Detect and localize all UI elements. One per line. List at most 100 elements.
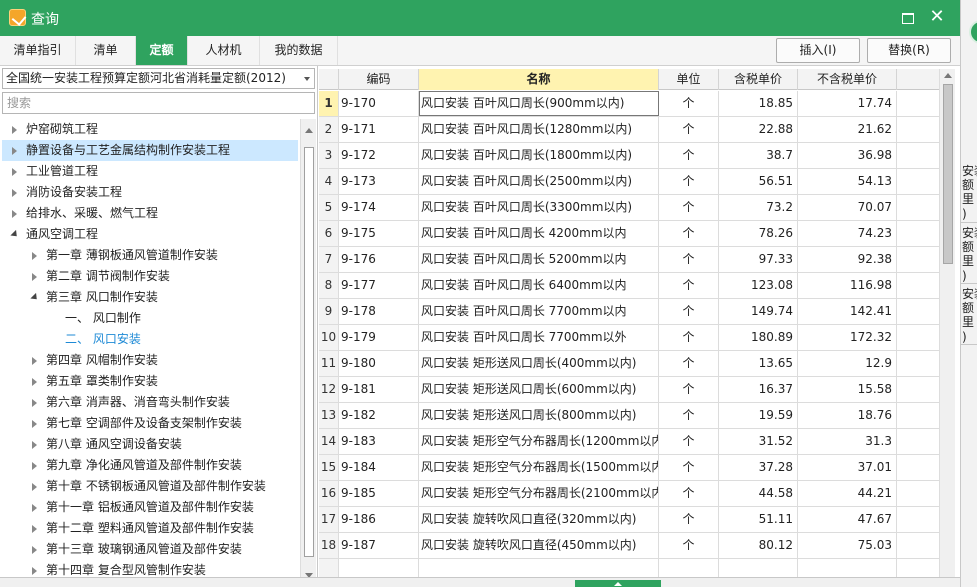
tax-inclusive-price-cell[interactable]: 13.65	[719, 351, 798, 376]
scroll-up-icon[interactable]	[944, 73, 952, 78]
code-cell[interactable]: 9-181	[339, 377, 419, 402]
code-cell[interactable]: 9-186	[339, 507, 419, 532]
unit-cell[interactable]: 个	[659, 429, 719, 454]
code-header[interactable]: 编码	[339, 69, 419, 90]
tree-node[interactable]: 第十一章 铝板通风管道及部件制作安装	[2, 497, 298, 518]
tree-node[interactable]: 第十二章 塑料通风管道及部件制作安装	[2, 518, 298, 539]
table-row[interactable]: 2 9-171 风口安装 百叶风口周长(1280mm以内) 个 22.88 21.62	[319, 117, 939, 143]
name-cell[interactable]: 风口安装 百叶风口周长 4200mm以内	[419, 221, 659, 246]
tax-inclusive-price-cell[interactable]	[719, 559, 798, 577]
tree-node[interactable]: 第五章 罩类制作安装	[2, 371, 298, 392]
code-cell[interactable]: 9-172	[339, 143, 419, 168]
code-cell[interactable]: 9-177	[339, 273, 419, 298]
collapsed-arrow-icon[interactable]	[10, 161, 20, 182]
collapsed-arrow-icon[interactable]	[30, 476, 40, 497]
code-cell[interactable]: 9-179	[339, 325, 419, 350]
code-cell[interactable]: 9-176	[339, 247, 419, 272]
tax-exclusive-price-cell[interactable]	[798, 559, 897, 577]
tree-scrollbar[interactable]	[300, 119, 316, 587]
tax-inclusive-price-cell[interactable]: 149.74	[719, 299, 798, 324]
tax-exclusive-price-cell[interactable]: 70.07	[798, 195, 897, 220]
table-row[interactable]: 13 9-182 风口安装 矩形送风口周长(800mm以内) 个 19.59 18.76	[319, 403, 939, 429]
tree-node[interactable]: 一、 风口制作	[2, 308, 298, 329]
tree-scroll-thumb[interactable]	[304, 147, 314, 557]
code-cell[interactable]: 9-187	[339, 533, 419, 558]
unit-cell[interactable]: 个	[659, 273, 719, 298]
tax-inclusive-price-header[interactable]: 含税单价	[719, 69, 798, 90]
collapsed-arrow-icon[interactable]	[30, 371, 40, 392]
tree-node[interactable]: 第十三章 玻璃钢通风管道及部件安装	[2, 539, 298, 560]
tree-node[interactable]: 消防设备安装工程	[2, 182, 298, 203]
table-row[interactable]: 18 9-187 风口安装 旋转吹风口直径(450mm以内) 个 80.12 75.03	[319, 533, 939, 559]
name-cell[interactable]: 风口安装 旋转吹风口直径(450mm以内)	[419, 533, 659, 558]
collapsed-arrow-icon[interactable]	[10, 182, 20, 203]
tab-bill[interactable]: 清单	[76, 36, 136, 65]
unit-cell[interactable]: 个	[659, 533, 719, 558]
unit-cell[interactable]: 个	[659, 169, 719, 194]
collapsed-arrow-icon[interactable]	[10, 203, 20, 224]
tax-inclusive-price-cell[interactable]: 97.33	[719, 247, 798, 272]
table-row[interactable]: 4 9-173 风口安装 百叶风口周长(2500mm以内) 个 56.51 54.13	[319, 169, 939, 195]
insert-button[interactable]: 插入(I)	[776, 38, 860, 63]
tax-exclusive-price-cell[interactable]: 75.03	[798, 533, 897, 558]
tax-inclusive-price-cell[interactable]: 80.12	[719, 533, 798, 558]
collapsed-arrow-icon[interactable]	[30, 518, 40, 539]
search-input[interactable]: 搜索	[2, 92, 315, 114]
tax-exclusive-price-cell[interactable]: 44.21	[798, 481, 897, 506]
tree-node[interactable]: 工业管道工程	[2, 161, 298, 182]
unit-cell[interactable]: 个	[659, 455, 719, 480]
code-cell[interactable]: 9-170	[339, 91, 419, 116]
name-cell[interactable]: 风口安装 矩形送风口周长(800mm以内)	[419, 403, 659, 428]
table-row[interactable]: 9 9-178 风口安装 百叶风口周长 7700mm以内个 149.74 142.41	[319, 299, 939, 325]
collapsed-arrow-icon[interactable]	[30, 350, 40, 371]
name-cell[interactable]: 风口安装 矩形空气分布器周长(2100mm以内)	[419, 481, 659, 506]
name-cell[interactable]: 风口安装 百叶风口周长(2500mm以内)	[419, 169, 659, 194]
table-row[interactable]: 8 9-177 风口安装 百叶风口周长 6400mm以内个 123.08 116.98	[319, 273, 939, 299]
tax-exclusive-price-cell[interactable]: 15.58	[798, 377, 897, 402]
scroll-up-icon[interactable]	[305, 128, 313, 133]
unit-cell[interactable]: 个	[659, 351, 719, 376]
name-cell[interactable]: 风口安装 矩形空气分布器周长(1200mm以内)	[419, 429, 659, 454]
tree-node[interactable]: 二、 风口安装	[2, 329, 298, 350]
tree-node[interactable]: 静置设备与工艺金属结构制作安装工程	[2, 140, 298, 161]
code-cell[interactable]: 9-174	[339, 195, 419, 220]
tax-exclusive-price-cell[interactable]: 172.32	[798, 325, 897, 350]
code-cell[interactable]: 9-184	[339, 455, 419, 480]
table-row[interactable]	[319, 559, 939, 577]
tax-inclusive-price-cell[interactable]: 51.11	[719, 507, 798, 532]
name-cell[interactable]: 风口安装 矩形送风口周长(600mm以内)	[419, 377, 659, 402]
code-cell[interactable]: 9-171	[339, 117, 419, 142]
unit-cell[interactable]: 个	[659, 481, 719, 506]
code-cell[interactable]: 9-185	[339, 481, 419, 506]
unit-cell[interactable]: 个	[659, 325, 719, 350]
tax-exclusive-price-cell[interactable]: 37.01	[798, 455, 897, 480]
tax-exclusive-price-cell[interactable]: 17.74	[798, 91, 897, 116]
name-cell[interactable]: 风口安装 百叶风口周长(900mm以内)	[419, 91, 659, 116]
tax-inclusive-price-cell[interactable]: 37.28	[719, 455, 798, 480]
collapsed-arrow-icon[interactable]	[30, 266, 40, 287]
tax-exclusive-price-cell[interactable]: 36.98	[798, 143, 897, 168]
unit-cell[interactable]: 个	[659, 117, 719, 142]
tax-inclusive-price-cell[interactable]: 22.88	[719, 117, 798, 142]
collapsed-arrow-icon[interactable]	[30, 434, 40, 455]
quota-library-select[interactable]: 全国统一安装工程预算定额河北省消耗量定额(2012)	[2, 68, 315, 89]
name-cell[interactable]: 风口安装 百叶风口周长 7700mm以外	[419, 325, 659, 350]
tax-exclusive-price-cell[interactable]: 31.3	[798, 429, 897, 454]
tree-node[interactable]: 第八章 通风空调设备安装	[2, 434, 298, 455]
expand-panel-handle[interactable]	[575, 580, 661, 587]
name-cell[interactable]	[419, 559, 659, 577]
tab-quota[interactable]: 定额	[136, 36, 188, 65]
tree-node[interactable]: 给排水、采暖、燃气工程	[2, 203, 298, 224]
unit-cell[interactable]: 个	[659, 91, 719, 116]
tax-inclusive-price-cell[interactable]: 38.7	[719, 143, 798, 168]
table-row[interactable]: 3 9-172 风口安装 百叶风口周长(1800mm以内) 个 38.7 36.98	[319, 143, 939, 169]
tax-exclusive-price-cell[interactable]: 54.13	[798, 169, 897, 194]
name-cell[interactable]: 风口安装 百叶风口周长 5200mm以内	[419, 247, 659, 272]
table-row[interactable]: 1 9-170 风口安装 百叶风口周长(900mm以内) 个 18.85 17.74	[319, 91, 939, 117]
code-cell[interactable]: 9-178	[339, 299, 419, 324]
tax-exclusive-price-cell[interactable]: 18.76	[798, 403, 897, 428]
tree-node[interactable]: 第四章 风帽制作安装	[2, 350, 298, 371]
tree-node[interactable]: 第六章 消声器、消音弯头制作安装	[2, 392, 298, 413]
tax-inclusive-price-cell[interactable]: 18.85	[719, 91, 798, 116]
expanded-arrow-icon[interactable]	[30, 287, 40, 308]
